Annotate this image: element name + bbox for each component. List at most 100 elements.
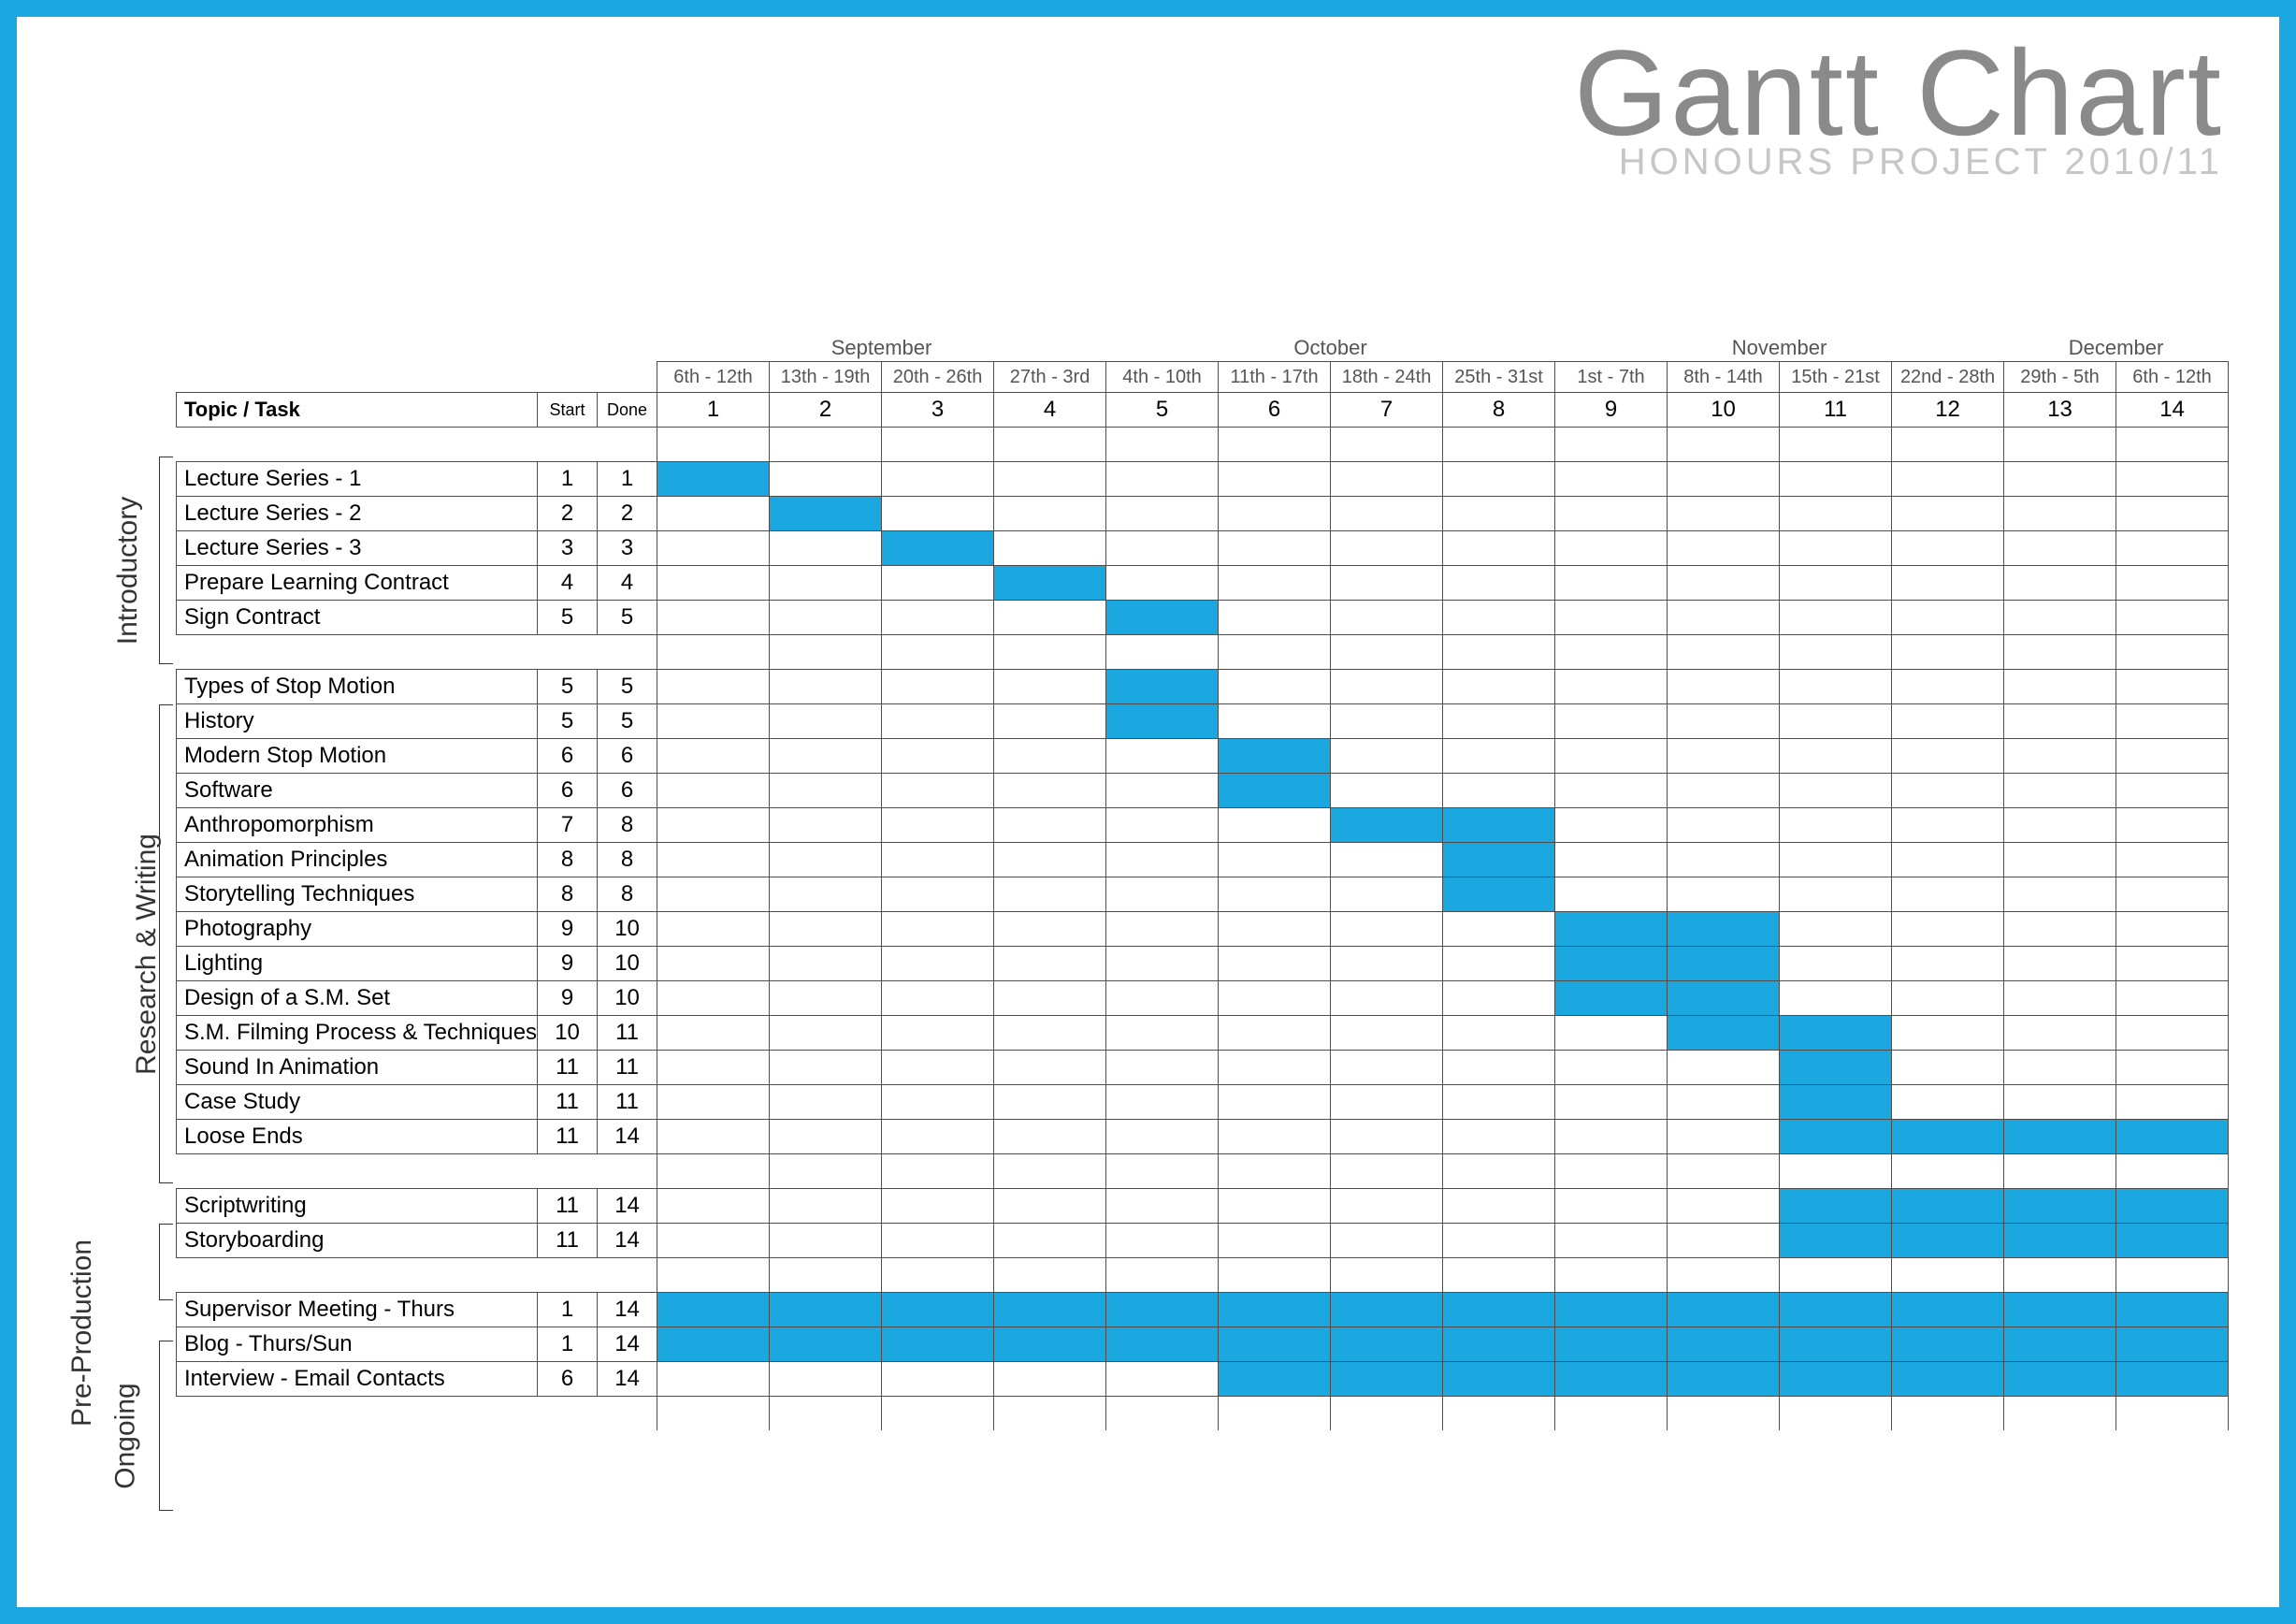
gantt-cell: [1668, 774, 1780, 808]
gantt-cell: [2004, 774, 2116, 808]
week-number: 1: [657, 393, 770, 428]
gantt-cell: [994, 462, 1106, 497]
week-range: 11th - 17th: [1219, 362, 1331, 393]
gantt-cell: [1443, 1016, 1555, 1051]
task-done: 11: [598, 1051, 657, 1085]
task-name: Storytelling Techniques: [177, 877, 538, 912]
gantt-cell: [770, 1224, 882, 1258]
gantt-cell: [882, 601, 994, 635]
gantt-cell: [1219, 531, 1331, 566]
gantt-cell: [1668, 1327, 1780, 1362]
gantt-cell: [2116, 877, 2229, 912]
gantt-cell: [1219, 808, 1331, 843]
gantt-cell: [2004, 566, 2116, 601]
task-start: 5: [538, 601, 598, 635]
gantt-cell: [1219, 1016, 1331, 1051]
gantt-cell: [1892, 1327, 2004, 1362]
task-name: Sound In Animation: [177, 1051, 538, 1085]
month-header: September: [657, 335, 1106, 362]
month-header: December: [2004, 335, 2229, 362]
gantt-cell: [994, 981, 1106, 1016]
col-header-task: Topic / Task: [177, 393, 538, 428]
week-range: 6th - 12th: [657, 362, 770, 393]
gantt-cell: [1443, 704, 1555, 739]
gantt-cell: [1780, 1189, 1892, 1224]
gantt-cell: [1668, 1224, 1780, 1258]
gantt-cell: [1219, 1224, 1331, 1258]
gantt-cell: [1555, 1016, 1668, 1051]
gantt-cell: [1443, 981, 1555, 1016]
gantt-cell: [882, 497, 994, 531]
gantt-cell: [657, 774, 770, 808]
gantt-cell: [1892, 497, 2004, 531]
gantt-cell: [1443, 601, 1555, 635]
task-done: 6: [598, 774, 657, 808]
gantt-cell: [1892, 981, 2004, 1016]
task-row: Scriptwriting1114: [177, 1189, 2229, 1224]
gantt-cell: [1668, 843, 1780, 877]
gantt-cell: [1219, 947, 1331, 981]
gantt-cell: [2004, 1224, 2116, 1258]
gantt-cell: [1106, 912, 1219, 947]
gantt-cell: [882, 912, 994, 947]
gantt-cell: [1780, 808, 1892, 843]
gantt-cell: [1555, 566, 1668, 601]
gantt-cell: [1219, 981, 1331, 1016]
task-start: 5: [538, 704, 598, 739]
task-done: 14: [598, 1327, 657, 1362]
week-range: 13th - 19th: [770, 362, 882, 393]
task-start: 9: [538, 981, 598, 1016]
gantt-cell: [1555, 531, 1668, 566]
week-range: 25th - 31st: [1443, 362, 1555, 393]
task-start: 11: [538, 1189, 598, 1224]
gantt-cell: [1555, 877, 1668, 912]
gantt-cell: [1106, 1085, 1219, 1120]
gantt-cell: [1555, 1362, 1668, 1397]
gantt-cell: [1219, 1293, 1331, 1327]
task-row: Lighting910: [177, 947, 2229, 981]
gantt-cell: [770, 462, 882, 497]
gantt-cell: [1555, 670, 1668, 704]
gantt-cell: [882, 981, 994, 1016]
task-row: S.M. Filming Process & Techniques1011: [177, 1016, 2229, 1051]
gantt-cell: [1668, 739, 1780, 774]
week-number: 8: [1443, 393, 1555, 428]
task-name: Design of a S.M. Set: [177, 981, 538, 1016]
gantt-cell: [882, 1327, 994, 1362]
gantt-cell: [1555, 462, 1668, 497]
task-name: Case Study: [177, 1085, 538, 1120]
gantt-cell: [2004, 462, 2116, 497]
gantt-cell: [994, 1085, 1106, 1120]
group-bracket-ongoing: [159, 1341, 173, 1511]
gantt-cell: [2116, 981, 2229, 1016]
gantt-cell: [770, 531, 882, 566]
task-name: Lecture Series - 3: [177, 531, 538, 566]
gantt-cell: [1106, 774, 1219, 808]
gantt-cell: [882, 1189, 994, 1224]
task-done: 11: [598, 1085, 657, 1120]
gantt-cell: [994, 774, 1106, 808]
gantt-cell: [1443, 808, 1555, 843]
gantt-cell: [1892, 912, 2004, 947]
gantt-cell: [1331, 1293, 1443, 1327]
gantt-cell: [994, 704, 1106, 739]
gantt-cell: [770, 774, 882, 808]
month-header: October: [1106, 335, 1555, 362]
task-row: Supervisor Meeting - Thurs114: [177, 1293, 2229, 1327]
gantt-cell: [1555, 1051, 1668, 1085]
gantt-cell: [770, 947, 882, 981]
gantt-cell: [1219, 670, 1331, 704]
gantt-cell: [882, 670, 994, 704]
gantt-cell: [1219, 912, 1331, 947]
task-start: 6: [538, 1362, 598, 1397]
task-row: Design of a S.M. Set910: [177, 981, 2229, 1016]
gantt-cell: [2116, 704, 2229, 739]
gantt-cell: [1106, 462, 1219, 497]
gantt-cell: [994, 670, 1106, 704]
gantt-cell: [1331, 1120, 1443, 1154]
gantt-cell: [657, 947, 770, 981]
gantt-cell: [2004, 808, 2116, 843]
gantt-cell: [770, 1293, 882, 1327]
task-done: 10: [598, 912, 657, 947]
gantt-cell: [1106, 1224, 1219, 1258]
